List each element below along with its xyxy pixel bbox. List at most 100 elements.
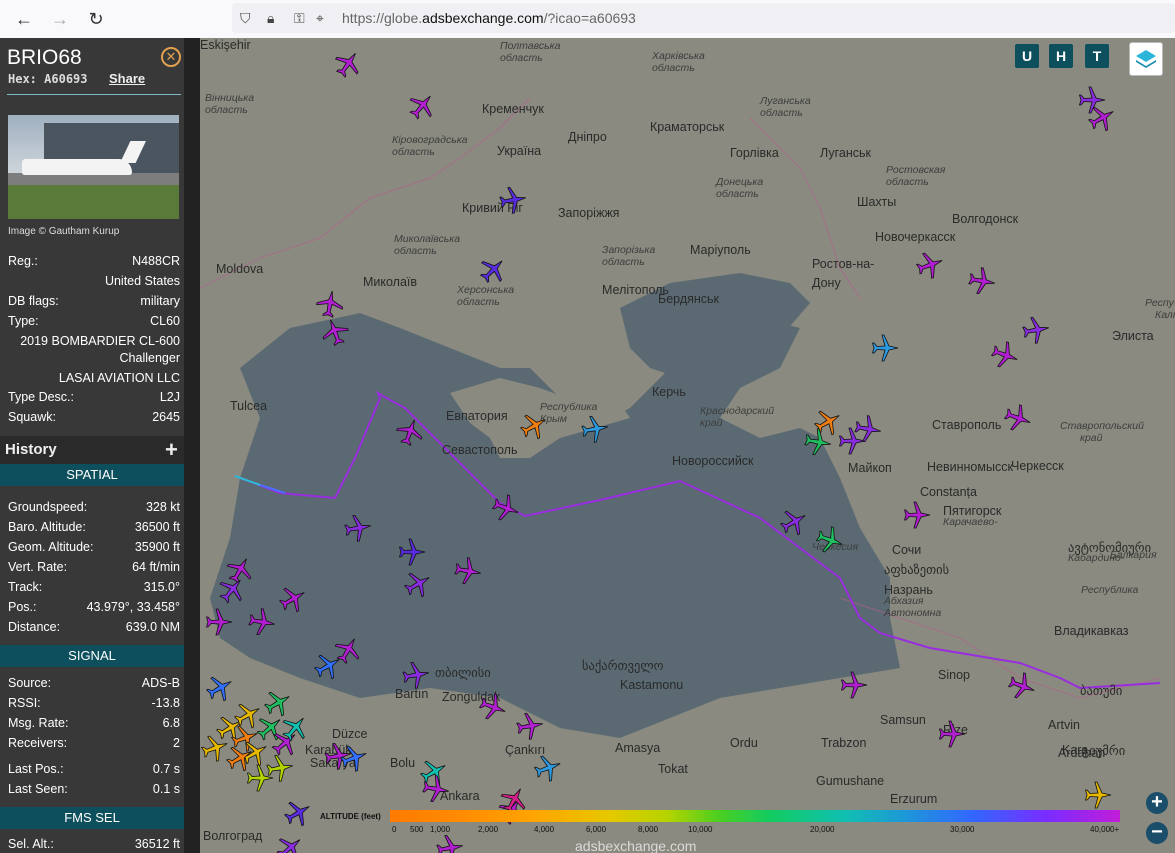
aircraft-icon[interactable] [478, 692, 508, 722]
permissions-icon[interactable]: ⚿ [294, 10, 305, 27]
map-label: Eskişehir [200, 38, 251, 52]
aircraft-icon[interactable] [779, 507, 809, 537]
map-label: Bolu [390, 756, 416, 770]
map-label: Евпатория [446, 409, 508, 423]
aircraft-icon[interactable] [478, 255, 508, 285]
fms-section-header[interactable]: FMS SEL [0, 807, 184, 829]
toggle-u-button[interactable]: U [1015, 44, 1039, 68]
aircraft-icon[interactable] [453, 556, 483, 586]
aircraft-icon[interactable] [1007, 671, 1037, 701]
field-value: 36500 ft [134, 520, 180, 534]
map-label: Шахты [857, 195, 897, 209]
aircraft-icon[interactable] [853, 414, 883, 444]
map-label: Moldova [216, 262, 264, 276]
aircraft-icon[interactable] [320, 317, 350, 347]
aircraft-icon[interactable] [233, 700, 263, 730]
zoom-out-button[interactable]: − [1146, 822, 1168, 844]
map-label: Запорізька [602, 244, 656, 256]
aircraft-info-panel: BRIO68 ✕ Hex: A60693 Share Image © Gauth… [0, 38, 200, 853]
aircraft-icon[interactable] [803, 427, 833, 457]
aircraft-icon[interactable] [217, 575, 247, 605]
aircraft-icon[interactable] [902, 500, 932, 530]
aircraft-icon[interactable] [343, 513, 373, 543]
share-link[interactable]: Share [109, 71, 145, 86]
aircraft-icon[interactable] [990, 340, 1020, 370]
map-label: Ordu [730, 736, 758, 750]
aircraft-icon[interactable] [815, 525, 845, 555]
aircraft-icon[interactable] [519, 411, 549, 441]
map-label: Балкария [1110, 549, 1157, 561]
spatial-row: Distance: 639.0 NM [8, 620, 180, 638]
aircraft-icon[interactable] [245, 763, 275, 793]
altitude-tick-label: 30,000 [950, 825, 975, 834]
aircraft-icon[interactable] [580, 414, 610, 444]
aircraft-icon[interactable] [407, 91, 437, 121]
field-value: United States [104, 274, 180, 288]
aircraft-icon[interactable] [315, 289, 345, 319]
location-icon[interactable]: ⌖ [316, 10, 324, 27]
field-value: 2 [173, 736, 180, 750]
aircraft-icon[interactable] [397, 537, 427, 567]
aircraft-icon[interactable] [204, 607, 234, 637]
map-label: Tokat [658, 762, 688, 776]
expand-history-button[interactable]: + [165, 437, 178, 463]
map-label: область [886, 176, 929, 188]
map-label: область [500, 52, 543, 64]
aircraft-icon[interactable] [915, 250, 945, 280]
aircraft-icon[interactable] [401, 660, 431, 690]
zoom-in-button[interactable]: + [1146, 792, 1168, 814]
layers-button[interactable] [1129, 42, 1163, 76]
field-value: 328 kt [145, 500, 180, 514]
aircraft-icon[interactable] [870, 333, 900, 363]
detail-row: Squawk: 2645 [8, 410, 180, 428]
map-label: Бердянськ [658, 292, 720, 306]
aircraft-icon[interactable] [498, 185, 528, 215]
url-text[interactable]: https://globe.adsbexchange.com/?icao=a60… [342, 10, 636, 26]
map-view[interactable]: Полтавська область Харківська область Кремен… [200, 38, 1175, 853]
field-label: Squawk: [8, 410, 56, 424]
aircraft-icon[interactable] [333, 49, 363, 79]
aircraft-icon[interactable] [395, 417, 425, 447]
aircraft-icon[interactable] [937, 719, 967, 749]
aircraft-icon[interactable] [1087, 103, 1117, 133]
sidebar-scrollbar[interactable] [184, 38, 200, 853]
back-arrow-icon[interactable]: ← [14, 9, 34, 29]
close-icon[interactable]: ✕ [161, 47, 181, 67]
map-label: Дону [812, 276, 841, 290]
aircraft-icon[interactable] [1021, 315, 1051, 345]
spatial-section-header[interactable]: SPATIAL [0, 464, 184, 486]
toggle-t-button[interactable]: T [1085, 44, 1109, 68]
aircraft-icon[interactable] [283, 798, 313, 828]
lock-icon[interactable]: 🔒︎ [267, 10, 274, 27]
toggle-h-button[interactable]: H [1049, 44, 1073, 68]
aircraft-icon[interactable] [403, 569, 433, 599]
map-label: область [394, 245, 437, 257]
aircraft-icon[interactable] [275, 833, 305, 853]
map-label: თბილისი [435, 666, 491, 680]
aircraft-icon[interactable] [313, 651, 343, 681]
map-label: область [760, 107, 803, 119]
aircraft-icon[interactable] [491, 493, 521, 523]
aircraft-icon[interactable] [339, 743, 369, 773]
aircraft-icon[interactable] [839, 670, 869, 700]
aircraft-icon[interactable] [967, 266, 997, 296]
history-section-header[interactable]: History + [0, 436, 184, 464]
aircraft-icon[interactable] [278, 584, 308, 614]
aircraft-icon[interactable] [533, 753, 563, 783]
aircraft-icon[interactable] [1083, 780, 1113, 810]
signal-section-header[interactable]: SIGNAL [0, 645, 184, 667]
address-bar[interactable]: ⛉ 🔒︎ ⚿ ⌖ https://globe.adsbexchange.com/… [232, 3, 1175, 33]
forward-arrow-icon[interactable]: → [50, 9, 70, 29]
aircraft-icon[interactable] [263, 688, 293, 718]
signal-row: Last Pos.: 0.7 s [8, 762, 180, 780]
aircraft-icon[interactable] [247, 607, 277, 637]
aircraft-icon[interactable] [205, 673, 235, 703]
map-label: Constanța [920, 485, 977, 499]
aircraft-icon[interactable] [1003, 403, 1033, 433]
aircraft-icon[interactable] [421, 774, 451, 804]
aircraft-photo[interactable] [8, 115, 179, 219]
aircraft-icon[interactable] [200, 733, 230, 763]
reload-icon[interactable]: ↻ [86, 9, 106, 29]
aircraft-icon[interactable] [515, 711, 545, 741]
shield-icon[interactable]: ⛉ [240, 10, 251, 27]
